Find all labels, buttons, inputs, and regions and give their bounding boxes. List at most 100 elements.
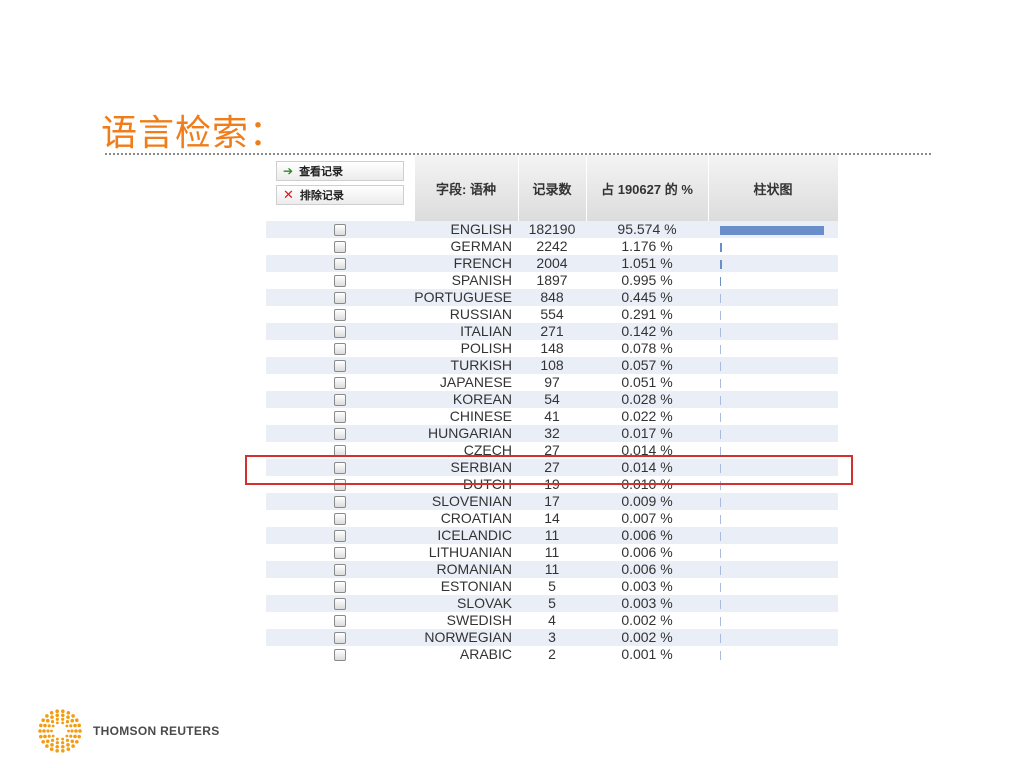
table-row: ENGLISH 182190 95.574 % — [266, 221, 838, 238]
row-checkbox-cell — [266, 272, 414, 289]
logo-dot — [75, 740, 79, 744]
language-name: CHINESE — [414, 408, 518, 425]
logo-text: THOMSON REUTERS — [93, 724, 220, 738]
row-checkbox[interactable] — [334, 360, 346, 373]
logo-dot — [55, 737, 59, 741]
bar-fill — [720, 225, 824, 235]
table-row: CROATIAN 14 0.007 % — [266, 510, 838, 527]
row-checkbox-cell — [266, 425, 414, 442]
bar-fill — [720, 582, 721, 592]
logo-dot — [43, 734, 47, 739]
language-name: HUNGARIAN — [414, 425, 518, 442]
row-checkbox[interactable] — [334, 496, 346, 509]
record-count: 11 — [518, 527, 586, 544]
table-row: ICELANDIC 11 0.006 % — [266, 527, 838, 544]
table-row: KOREAN 54 0.028 % — [266, 391, 838, 408]
row-checkbox[interactable] — [334, 394, 346, 407]
row-checkbox[interactable] — [334, 462, 346, 475]
bar-cell — [708, 544, 838, 561]
logo-dot — [49, 711, 54, 715]
arrow-right-icon: ➔ — [283, 164, 294, 178]
record-count: 848 — [518, 289, 586, 306]
percent-value: 1.176 % — [586, 238, 708, 255]
row-checkbox[interactable] — [334, 377, 346, 390]
row-checkbox[interactable] — [334, 241, 346, 254]
table-body: ENGLISH 182190 95.574 % GERMAN 2242 1.176 % FR… — [266, 221, 838, 663]
record-count: 97 — [518, 374, 586, 391]
row-checkbox-cell — [266, 255, 414, 272]
percent-value: 0.010 % — [586, 476, 708, 493]
percent-value: 0.057 % — [586, 357, 708, 374]
bar-fill — [720, 276, 721, 286]
bar-cell — [708, 323, 838, 340]
logo-dot — [45, 744, 49, 748]
logo-dot — [50, 720, 55, 724]
row-checkbox[interactable] — [334, 581, 346, 594]
row-checkbox[interactable] — [334, 292, 346, 305]
percent-value: 0.009 % — [586, 493, 708, 510]
table-row: NORWEGIAN 3 0.002 % — [266, 629, 838, 646]
row-checkbox-cell — [266, 442, 414, 459]
percent-value: 0.078 % — [586, 340, 708, 357]
bar-cell — [708, 612, 838, 629]
row-checkbox[interactable] — [334, 513, 346, 526]
logo-dot — [60, 713, 65, 718]
percent-value: 0.445 % — [586, 289, 708, 306]
logo-dot — [66, 711, 71, 715]
bar-fill — [720, 361, 721, 371]
bar-cell — [708, 272, 838, 289]
percent-value: 0.028 % — [586, 391, 708, 408]
bar-fill — [720, 497, 721, 507]
row-checkbox[interactable] — [334, 547, 346, 560]
row-checkbox-cell — [266, 459, 414, 476]
record-count: 11 — [518, 544, 586, 561]
row-checkbox-cell — [266, 595, 414, 612]
percent-value: 0.002 % — [586, 612, 708, 629]
bar-fill — [720, 480, 721, 490]
row-checkbox[interactable] — [334, 411, 346, 424]
bar-fill — [720, 650, 721, 660]
language-analysis-table: ➔ 查看记录 ✕ 排除记录 字段: 语种 记录数 占 190627 的 % 柱状… — [266, 155, 839, 663]
row-checkbox[interactable] — [334, 309, 346, 322]
row-checkbox[interactable] — [334, 326, 346, 339]
logo-dot — [67, 729, 70, 733]
logo-dot — [61, 749, 65, 753]
logo-dot — [77, 723, 81, 728]
row-checkbox[interactable] — [334, 258, 346, 271]
row-checkbox[interactable] — [334, 649, 346, 662]
bar-fill — [720, 514, 721, 524]
row-checkbox[interactable] — [334, 598, 346, 611]
row-checkbox[interactable] — [334, 564, 346, 577]
row-checkbox[interactable] — [334, 445, 346, 458]
percent-value: 0.142 % — [586, 323, 708, 340]
language-name: SLOVAK — [414, 595, 518, 612]
view-records-button[interactable]: ➔ 查看记录 — [276, 161, 404, 181]
percent-value: 0.006 % — [586, 544, 708, 561]
logo-dot — [78, 729, 82, 733]
table-row: POLISH 148 0.078 % — [266, 340, 838, 357]
table-row: GERMAN 2242 1.176 % — [266, 238, 838, 255]
table-row: CZECH 27 0.014 % — [266, 442, 838, 459]
row-checkbox[interactable] — [334, 632, 346, 645]
row-checkbox[interactable] — [334, 275, 346, 288]
close-icon: ✕ — [283, 187, 294, 202]
exclude-records-button[interactable]: ✕ 排除记录 — [276, 185, 404, 205]
row-checkbox[interactable] — [334, 224, 346, 237]
language-name: ITALIAN — [414, 323, 518, 340]
percent-value: 1.051 % — [586, 255, 708, 272]
logo-dot — [41, 718, 45, 722]
bar-cell — [708, 595, 838, 612]
language-name: SLOVENIAN — [414, 493, 518, 510]
row-checkbox[interactable] — [334, 615, 346, 628]
exclude-records-label: 排除记录 — [299, 190, 344, 202]
row-checkbox[interactable] — [334, 479, 346, 492]
row-checkbox[interactable] — [334, 530, 346, 543]
row-checkbox[interactable] — [334, 428, 346, 441]
row-checkbox[interactable] — [334, 343, 346, 356]
record-count: 2 — [518, 646, 586, 663]
logo-dot — [50, 738, 55, 742]
logo-dot — [70, 729, 74, 733]
bar-fill — [720, 344, 721, 354]
logo-dot — [55, 717, 59, 721]
language-name: ENGLISH — [414, 221, 518, 238]
